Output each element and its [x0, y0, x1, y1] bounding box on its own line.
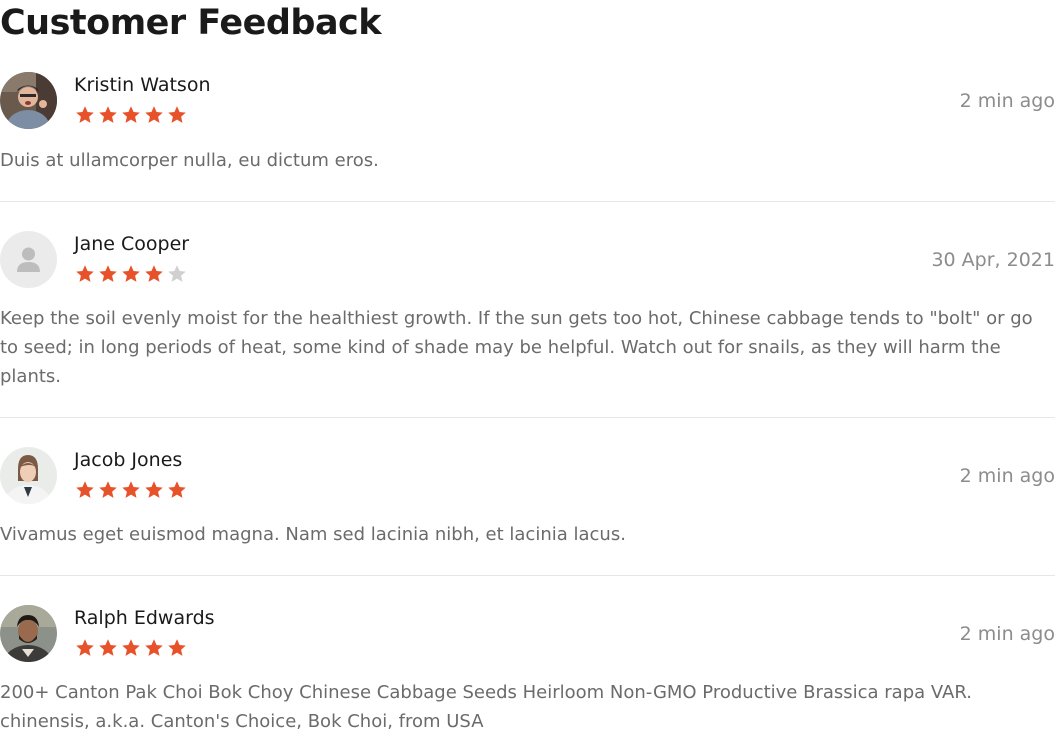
avatar	[0, 72, 57, 129]
page-title: Customer Feedback	[0, 3, 382, 43]
review-text: Vivamus eget euismod magna. Nam sed laci…	[0, 524, 626, 545]
star-icon	[99, 639, 117, 656]
star-rating	[75, 638, 187, 658]
star-icon	[145, 481, 163, 498]
divider	[0, 417, 1055, 418]
star-icon	[145, 265, 163, 282]
avatar	[0, 605, 57, 662]
review-date: 2 min ago	[959, 465, 1055, 487]
star-icon	[168, 106, 186, 123]
star-icon	[168, 481, 186, 498]
star-icon	[99, 106, 117, 123]
avatar	[0, 447, 57, 504]
star-icon	[122, 265, 140, 282]
reviewer-name: Kristin Watson	[74, 74, 211, 96]
star-icon	[76, 106, 94, 123]
star-rating	[75, 264, 187, 284]
star-icon	[76, 639, 94, 656]
star-rating	[75, 105, 187, 125]
review-text: Keep the soil evenly moist for the healt…	[0, 308, 1033, 387]
star-icon	[122, 106, 140, 123]
star-icon	[122, 639, 140, 656]
customer-feedback-page: Customer Feedback Kristin Watson 2 min a…	[0, 0, 1055, 737]
reviewer-name: Jane Cooper	[74, 233, 190, 255]
star-icon	[76, 265, 94, 282]
star-icon	[168, 265, 186, 282]
star-icon	[145, 106, 163, 123]
star-icon	[145, 639, 163, 656]
review-text: 200+ Canton Pak Choi Bok Choy Chinese Ca…	[0, 682, 972, 732]
review-text: Duis at ullamcorper nulla, eu dictum ero…	[0, 150, 379, 171]
star-icon	[76, 481, 94, 498]
reviewer-name: Ralph Edwards	[74, 607, 215, 629]
star-icon	[99, 481, 117, 498]
avatar	[0, 231, 57, 288]
review-date: 2 min ago	[959, 623, 1055, 645]
divider	[0, 201, 1055, 202]
divider	[0, 575, 1055, 576]
review-date: 2 min ago	[959, 90, 1055, 112]
star-icon	[168, 639, 186, 656]
star-rating	[75, 480, 187, 500]
review-date: 30 Apr, 2021	[931, 249, 1055, 271]
star-icon	[99, 265, 117, 282]
star-icon	[122, 481, 140, 498]
reviewer-name: Jacob Jones	[74, 449, 183, 471]
